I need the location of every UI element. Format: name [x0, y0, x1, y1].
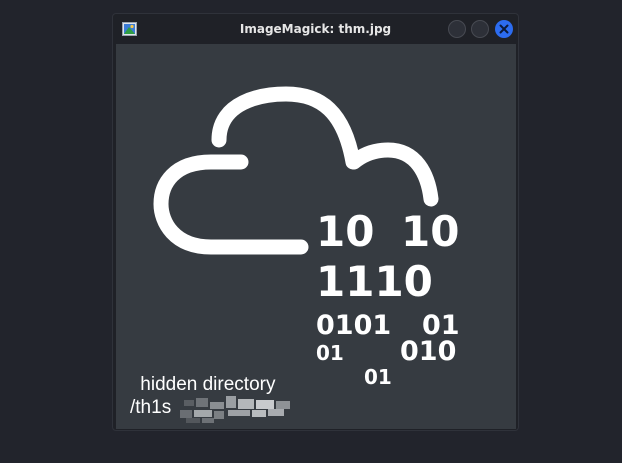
- binary-text: 01: [364, 365, 392, 389]
- binary-text: 0101: [316, 310, 391, 341]
- pixelated-redaction: [174, 396, 294, 424]
- close-icon: [499, 24, 509, 34]
- title-bar[interactable]: ImageMagick: thm.jpg: [113, 14, 518, 44]
- image-canvas[interactable]: 10 10 1110 0101 01 01 010 01 hidden dire…: [116, 44, 516, 429]
- cloud-icon: [153, 154, 309, 255]
- minimize-button[interactable]: [448, 20, 466, 38]
- maximize-button[interactable]: [471, 20, 489, 38]
- caption-hidden-directory: hidden directory: [135, 374, 276, 395]
- binary-text: 010: [400, 336, 456, 367]
- binary-text: 1110: [316, 257, 433, 306]
- binary-text: 10: [401, 207, 459, 256]
- binary-text: 10: [316, 207, 374, 256]
- caption-path: /th1s: [130, 397, 172, 418]
- binary-text: 01: [316, 341, 344, 365]
- close-button[interactable]: [495, 20, 513, 38]
- imagemagick-window[interactable]: ImageMagick: thm.jpg 10 10 1110 0101 01 …: [112, 13, 519, 431]
- cloud-binary-image: 10 10 1110 0101 01 01 010 01: [153, 86, 460, 389]
